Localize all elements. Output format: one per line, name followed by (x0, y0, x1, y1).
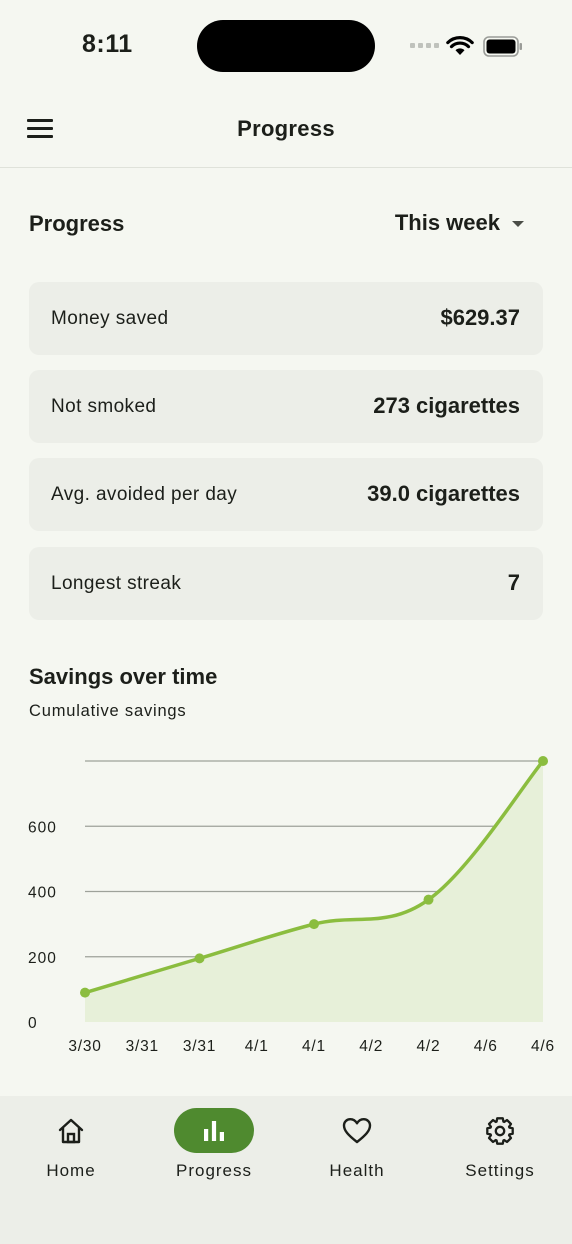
chart-x-tick-label: 3/31 (183, 1038, 216, 1055)
chart-x-tick-label: 3/31 (126, 1038, 159, 1055)
chart-title: Savings over time (29, 664, 218, 689)
stat-card-longest-streak: Longest streak 7 (29, 547, 543, 620)
nav-settings[interactable]: Settings (440, 1108, 560, 1181)
stat-label: Avg. avoided per day (51, 484, 238, 505)
nav-label: Home (46, 1161, 96, 1180)
bar-chart-icon (204, 1120, 224, 1141)
nav-progress[interactable]: Progress (154, 1108, 274, 1181)
nav-label: Progress (175, 1161, 253, 1180)
app-bar: Progress (0, 92, 572, 168)
dropdown-arrow-icon (512, 221, 524, 227)
dynamic-island (197, 20, 375, 72)
stat-label: Longest streak (51, 573, 182, 594)
gear-icon (486, 1116, 514, 1145)
savings-chart: 0 200 400 600 3/30 3/31 3/31 4/1 4/1 4/2 4/2 4/6 4/6 (28, 756, 555, 1055)
chart-x-tick-label: 4/1 (302, 1038, 326, 1055)
cellular-signal-icon (410, 43, 439, 48)
stat-label: Money saved (51, 308, 169, 329)
bottom-navigation: Home Progress Health Settings (0, 1096, 572, 1244)
chart-x-tick-label: 4/6 (474, 1038, 498, 1055)
chart-y-tick-label: 600 (28, 819, 57, 836)
chart-y-tick-label: 200 (28, 950, 57, 967)
stat-label: Not smoked (51, 396, 157, 417)
stat-value: $629.37 (440, 305, 520, 330)
chart-subtitle: Cumulative savings (29, 702, 187, 720)
status-time: 8:11 (82, 30, 133, 58)
chart-y-tick-label: 0 (28, 1015, 38, 1032)
stat-card-not-smoked: Not smoked 273 cigarettes (29, 370, 543, 443)
nav-label: Settings (465, 1161, 535, 1180)
chart-data-point (423, 894, 434, 905)
home-icon (58, 1118, 84, 1143)
heart-icon (342, 1117, 372, 1143)
chart-data-point (80, 987, 90, 998)
stat-value: 39.0 cigarettes (367, 481, 520, 506)
nav-health[interactable]: Health (297, 1108, 417, 1181)
chart-y-tick-label: 400 (28, 885, 57, 902)
chart-x-tick-label: 3/30 (68, 1038, 101, 1055)
chart-data-point (538, 756, 548, 766)
chart-x-tick-label: 4/2 (417, 1038, 441, 1055)
nav-label: Health (329, 1161, 385, 1180)
chart-data-point (309, 919, 319, 930)
stat-value: 273 cigarettes (373, 393, 520, 418)
period-dropdown-label: This week (394, 210, 500, 235)
progress-heading: Progress (29, 211, 125, 236)
battery-icon (483, 36, 522, 57)
chart-x-tick-label: 4/1 (245, 1038, 269, 1055)
chart-x-tick-label: 4/6 (531, 1038, 555, 1055)
wifi-icon (446, 36, 474, 55)
stat-value: 7 (507, 570, 520, 595)
status-bar: 8:11 (0, 0, 572, 92)
app-bar-title: Progress (237, 116, 335, 141)
stat-card-avg-avoided: Avg. avoided per day 39.0 cigarettes (29, 458, 543, 531)
chart-data-point (194, 953, 205, 964)
chart-x-tick-label: 4/2 (359, 1038, 383, 1055)
stat-card-money-saved: Money saved $629.37 (29, 282, 543, 355)
nav-home[interactable]: Home (11, 1108, 131, 1181)
period-dropdown[interactable]: This week (395, 210, 524, 236)
